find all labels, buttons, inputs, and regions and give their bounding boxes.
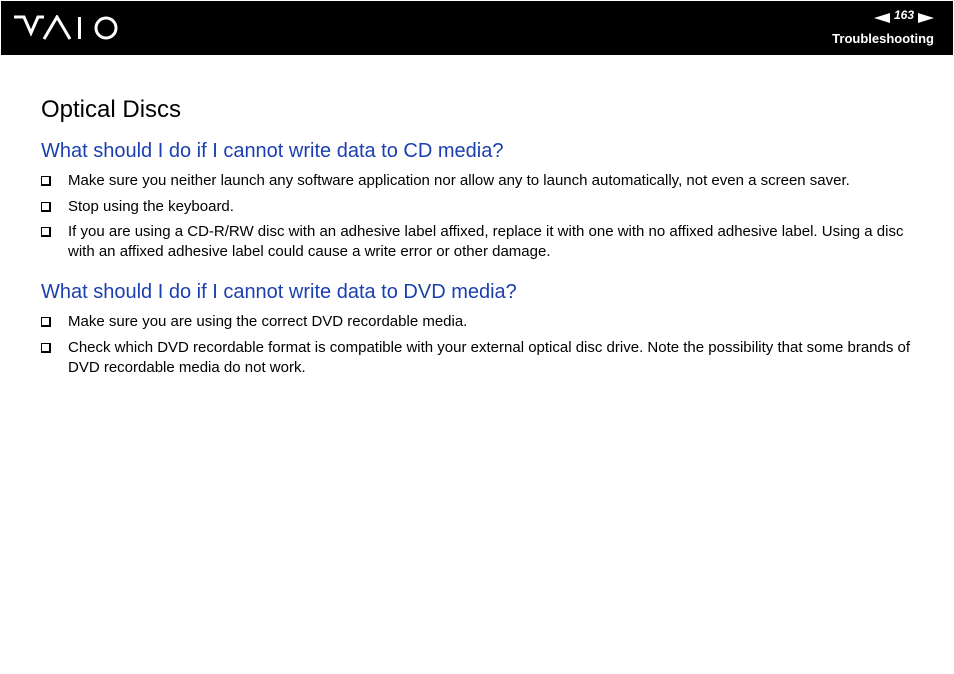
left-arrow-icon[interactable] [873, 10, 890, 23]
dvd-question-heading: What should I do if I cannot write data … [41, 281, 517, 303]
list-item: Make sure you are using the correct DVD … [41, 312, 921, 332]
checkbox-bullet-icon [41, 227, 51, 237]
list-item-text: Check which DVD recordable format is com… [68, 339, 911, 376]
right-arrow-icon[interactable] [918, 10, 934, 23]
list-item-text: Stop using the keyboard. [68, 198, 234, 215]
list-item-text: Make sure you neither launch any softwar… [68, 172, 850, 189]
page-number: 163 [893, 8, 914, 22]
dvd-bullet-list: Make sure you are using the correct DVD … [41, 312, 921, 378]
cd-bullet-list: Make sure you neither launch any softwar… [41, 171, 921, 262]
list-item-text: Make sure you are using the correct DVD … [68, 313, 468, 330]
cd-question-heading: What should I do if I cannot write data … [41, 140, 504, 162]
list-item-text: If you are using a CD-R/RW disc with an … [68, 223, 904, 260]
list-item: Make sure you neither launch any softwar… [41, 171, 921, 191]
checkbox-bullet-icon [41, 343, 51, 353]
checkbox-bullet-icon [41, 317, 51, 327]
page-navigation: 163 [873, 8, 934, 23]
vaio-logo [14, 14, 120, 46]
list-item: Check which DVD recordable format is com… [41, 338, 921, 378]
page-header: 163 Troubleshooting [1, 1, 953, 55]
checkbox-bullet-icon [41, 176, 51, 186]
section-label: Troubleshooting [832, 31, 934, 46]
checkbox-bullet-icon [41, 202, 51, 212]
page-title: Optical Discs [41, 96, 182, 123]
list-item: Stop using the keyboard. [41, 197, 921, 217]
list-item: If you are using a CD-R/RW disc with an … [41, 222, 921, 262]
